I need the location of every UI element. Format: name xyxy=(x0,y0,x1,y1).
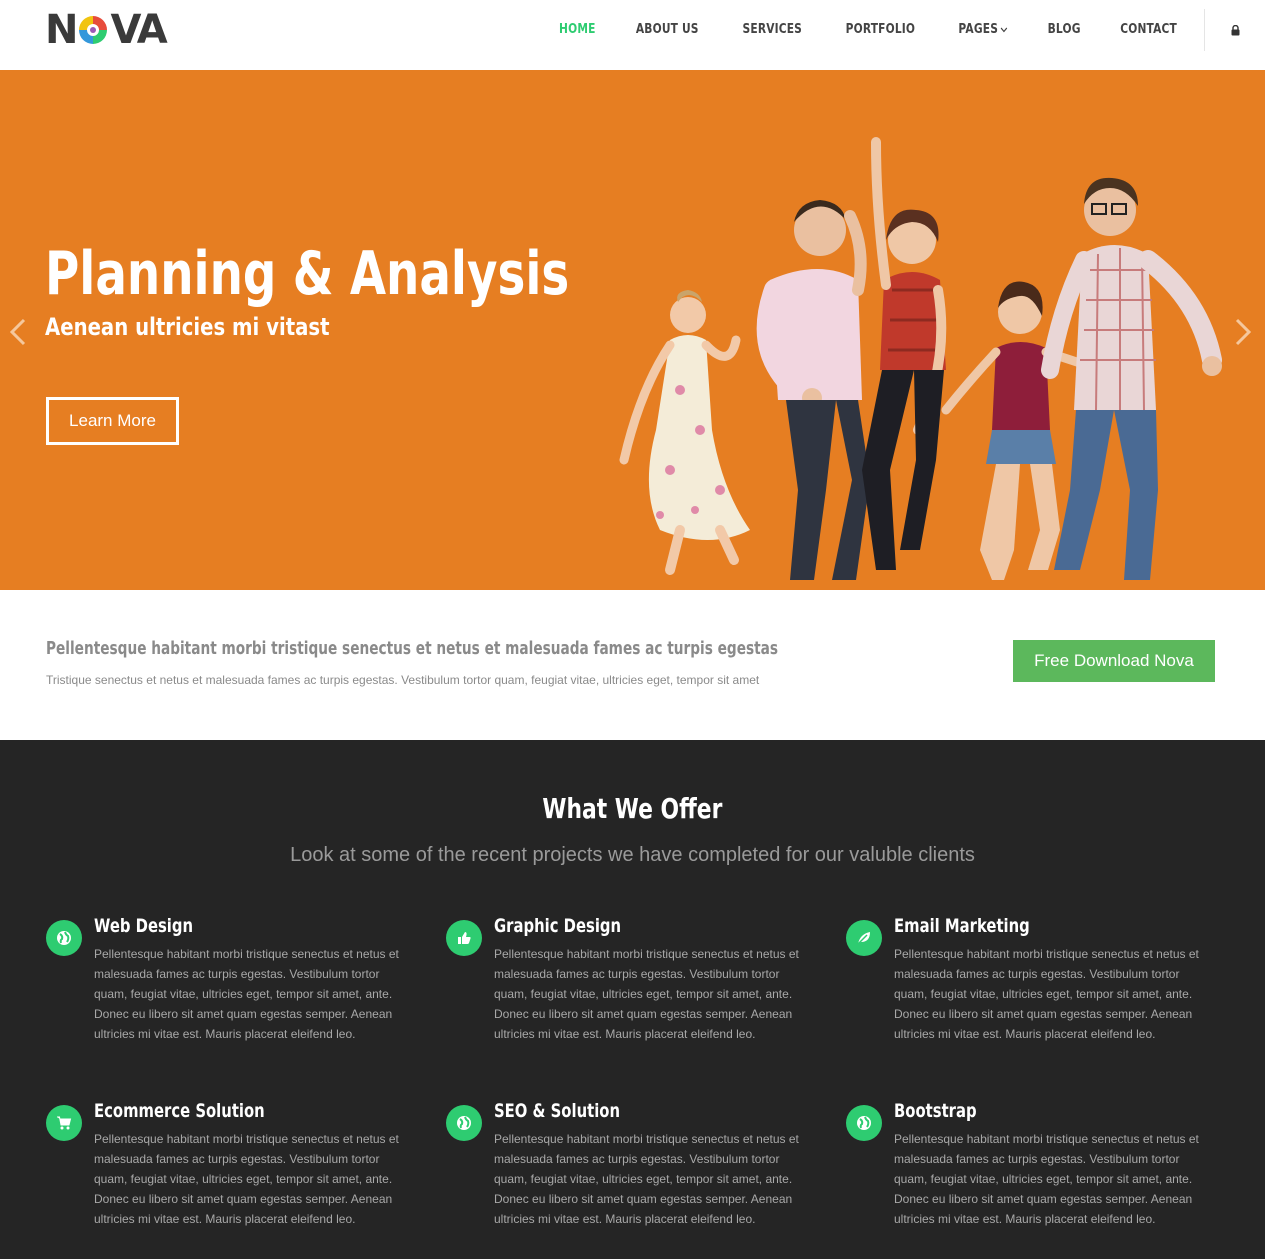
hero-title: Planning & Analysis xyxy=(45,239,570,309)
service-title: Web Design xyxy=(94,915,194,937)
service-title: Ecommerce Solution xyxy=(94,1100,265,1122)
service-title: SEO & Solution xyxy=(494,1100,621,1122)
nav-portfolio[interactable]: PORTFOLIO xyxy=(834,0,928,60)
nav-pages-label: PAGES xyxy=(958,22,999,37)
learn-more-button[interactable]: Learn More xyxy=(46,397,179,445)
nav-home[interactable]: HOME xyxy=(547,0,608,60)
services-heading-text: What We Offer xyxy=(542,792,723,825)
nav-blog[interactable]: BLOG xyxy=(1035,0,1093,60)
service-body: Pellentesque habitant morbi tristique se… xyxy=(494,947,799,1041)
hero-people-image xyxy=(619,137,1222,580)
logo-text-right: VA xyxy=(110,7,167,53)
service-body: Pellentesque habitant morbi tristique se… xyxy=(894,1132,1199,1226)
service-body: Pellentesque habitant morbi tristique se… xyxy=(494,1132,799,1226)
callout-section: Pellentesque habitant morbi tristique se… xyxy=(0,590,1265,740)
slider-prev-arrow-icon[interactable] xyxy=(6,314,30,350)
nav-services[interactable]: SERVICES xyxy=(730,0,814,60)
leaf-icon xyxy=(846,920,882,956)
login-button[interactable] xyxy=(1205,0,1265,60)
service-body: Pellentesque habitant morbi tristique se… xyxy=(94,947,399,1041)
logo-text-left: N xyxy=(45,7,79,53)
callout-title: Pellentesque habitant morbi tristique se… xyxy=(46,638,779,659)
logo[interactable]: N VA xyxy=(45,7,168,53)
globe-icon xyxy=(446,1105,482,1141)
service-body: Pellentesque habitant morbi tristique se… xyxy=(894,947,1199,1041)
nav-about-us[interactable]: ABOUT US xyxy=(624,0,711,60)
cart-icon xyxy=(46,1105,82,1141)
globe-icon xyxy=(46,920,82,956)
service-body: Pellentesque habitant morbi tristique se… xyxy=(94,1132,399,1226)
globe-icon xyxy=(846,1105,882,1141)
services-section: What We Offer Look at some of the recent… xyxy=(0,740,1265,1259)
nav-pages[interactable]: PAGES xyxy=(946,0,1020,60)
service-title: Graphic Design xyxy=(494,915,622,937)
callout-text: Tristique senectus et netus et malesuada… xyxy=(46,673,760,687)
chevron-down-icon xyxy=(1001,27,1008,33)
hero-subtitle: Aenean ultricies mi vitast xyxy=(45,313,330,341)
site-header: N VA HOME ABOUT US SERVICES PORTFOLIO PA… xyxy=(0,0,1265,70)
nav-contact[interactable]: CONTACT xyxy=(1108,0,1189,60)
services-heading: What We Offer xyxy=(0,792,1265,825)
hero-slider: Planning & Analysis Aenean ultricies mi … xyxy=(0,70,1265,590)
free-download-button[interactable]: Free Download Nova xyxy=(1013,640,1215,682)
service-title: Bootstrap xyxy=(894,1100,977,1122)
thumbs-up-icon xyxy=(446,920,482,956)
lock-icon xyxy=(1231,24,1239,35)
service-title: Email Marketing xyxy=(894,915,1030,937)
services-subheading: Look at some of the recent projects we h… xyxy=(290,844,975,866)
logo-swirl-icon xyxy=(79,16,108,44)
main-nav: HOME ABOUT US SERVICES PORTFOLIO PAGES B… xyxy=(540,0,1265,60)
